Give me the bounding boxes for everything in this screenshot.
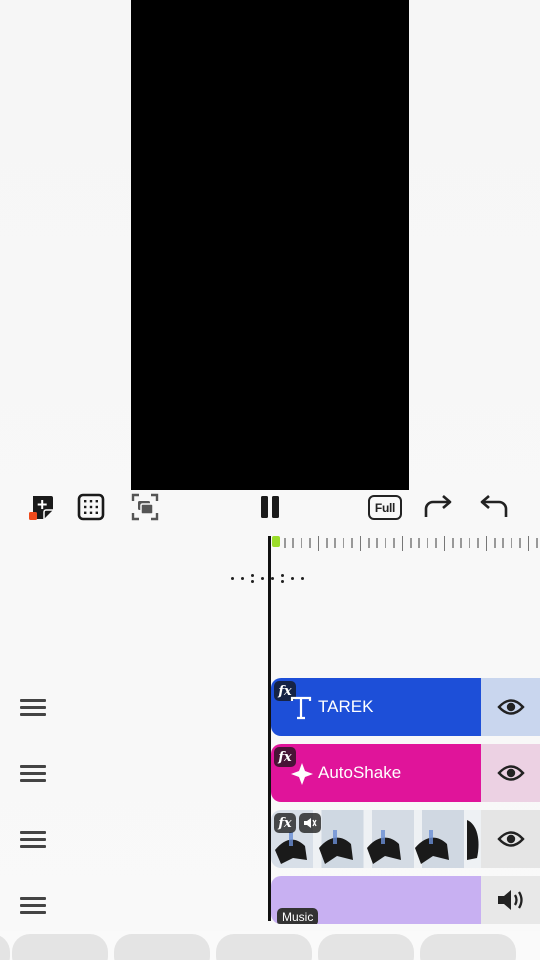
ruler-tick bbox=[519, 538, 521, 548]
ruler-tick bbox=[309, 538, 311, 548]
timeline-playhead[interactable] bbox=[268, 536, 271, 921]
tool-pill-0[interactable] bbox=[0, 934, 10, 960]
video-preview[interactable] bbox=[131, 0, 409, 490]
bottom-toolbar bbox=[0, 931, 540, 960]
full-screen-button[interactable]: Full bbox=[368, 495, 402, 520]
tool-pill-4[interactable] bbox=[318, 934, 414, 960]
grid-icon bbox=[77, 493, 105, 521]
ruler-tick bbox=[443, 536, 446, 551]
ruler-tick bbox=[359, 536, 362, 551]
tool-pill-2[interactable] bbox=[114, 934, 210, 960]
volume-toggle-music[interactable] bbox=[481, 876, 540, 924]
ruler-tick bbox=[527, 536, 530, 551]
speaker-icon bbox=[304, 818, 317, 828]
redo-icon bbox=[424, 495, 452, 517]
ruler-tick bbox=[468, 538, 471, 548]
video-editor-screen: Full fx TAREK fx AutoShake fx Music bbox=[0, 0, 540, 960]
play-pause-button[interactable] bbox=[253, 490, 287, 524]
ruler-tick bbox=[435, 538, 437, 548]
fx-icon: fx bbox=[274, 813, 296, 833]
reorder-handle-video[interactable] bbox=[20, 831, 46, 849]
music-layer-label: Music bbox=[277, 908, 319, 924]
ruler-tick bbox=[510, 538, 513, 548]
ruler-tick bbox=[536, 538, 538, 548]
undo-icon bbox=[480, 495, 508, 517]
audio-mute-badge[interactable] bbox=[299, 813, 321, 833]
eye-icon bbox=[496, 765, 525, 781]
tool-pill-3[interactable] bbox=[216, 934, 312, 960]
tool-pill-1[interactable] bbox=[12, 934, 108, 960]
add-sticker-icon bbox=[29, 496, 53, 520]
tool-pill-5[interactable] bbox=[420, 934, 516, 960]
ruler-tick bbox=[342, 538, 345, 548]
ruler-tick bbox=[460, 538, 462, 548]
crop-frame-icon bbox=[131, 493, 159, 521]
text-layer[interactable]: fx TAREK bbox=[271, 678, 540, 736]
ruler-tick bbox=[351, 538, 353, 548]
effect-layer[interactable]: fx AutoShake bbox=[271, 744, 540, 802]
grid-button[interactable] bbox=[74, 490, 108, 524]
reorder-handle-music[interactable] bbox=[20, 897, 46, 915]
ruler-tick bbox=[284, 538, 286, 548]
text-tool-icon bbox=[290, 696, 312, 720]
music-layer[interactable]: Music bbox=[271, 876, 540, 924]
ruler-tick bbox=[502, 538, 504, 548]
eye-icon bbox=[496, 831, 525, 847]
ruler-tick bbox=[452, 538, 454, 548]
reorder-handle-text[interactable] bbox=[20, 699, 46, 717]
undo-button[interactable] bbox=[476, 490, 510, 524]
ruler-tick bbox=[317, 536, 320, 551]
visibility-toggle-video[interactable] bbox=[481, 810, 540, 868]
ruler-tick bbox=[477, 538, 479, 548]
ruler-tick bbox=[384, 538, 387, 548]
sparkle-icon bbox=[291, 763, 313, 785]
pause-icon bbox=[261, 496, 279, 518]
ruler-tick bbox=[426, 538, 429, 548]
ruler-tick bbox=[334, 538, 336, 548]
reorder-handle-effect[interactable] bbox=[20, 765, 46, 783]
music-layer-clip[interactable]: Music bbox=[271, 876, 481, 924]
ruler-tick bbox=[326, 538, 328, 548]
ruler-tick bbox=[292, 538, 294, 548]
effect-layer-clip[interactable]: fx AutoShake bbox=[271, 744, 481, 802]
visibility-toggle-effect[interactable] bbox=[481, 744, 540, 802]
text-layer-label: TAREK bbox=[318, 697, 374, 716]
ruler-tick bbox=[393, 538, 395, 548]
ruler-tick bbox=[410, 538, 412, 548]
ruler-tick bbox=[401, 536, 404, 551]
video-layer-clip[interactable]: fx bbox=[271, 810, 481, 868]
ruler-tick bbox=[418, 538, 420, 548]
editor-toolbar: Full bbox=[0, 486, 540, 530]
redo-button[interactable] bbox=[422, 490, 456, 524]
ruler-tick bbox=[494, 538, 496, 548]
effect-layer-label: AutoShake bbox=[318, 763, 402, 782]
playhead-marker[interactable] bbox=[272, 536, 280, 547]
ruler-tick bbox=[300, 538, 303, 548]
ruler-tick bbox=[376, 538, 378, 548]
text-layer-clip[interactable]: fx TAREK bbox=[271, 678, 481, 736]
visibility-toggle-text[interactable] bbox=[481, 678, 540, 736]
ruler-tick bbox=[368, 538, 370, 548]
video-layer[interactable]: fx bbox=[271, 810, 540, 868]
speaker-icon bbox=[497, 890, 523, 910]
add-sticker-button[interactable] bbox=[24, 490, 58, 524]
eye-icon bbox=[496, 699, 525, 715]
timeline-ruler[interactable] bbox=[272, 536, 540, 556]
ruler-tick bbox=[485, 536, 488, 551]
crop-frame-button[interactable] bbox=[128, 490, 162, 524]
